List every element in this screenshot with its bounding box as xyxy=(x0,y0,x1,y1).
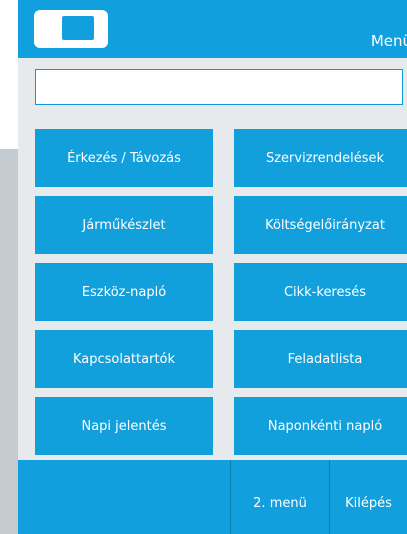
vehicle-inventory-button[interactable]: Járműkészlet xyxy=(35,196,213,254)
contacts-button[interactable]: Kapcsolattartók xyxy=(35,330,213,388)
service-orders-button[interactable]: Szervizrendelések xyxy=(234,129,407,187)
cost-estimate-button[interactable]: Költségelőirányzat xyxy=(234,196,407,254)
device-bezel xyxy=(0,149,18,534)
arrival-departure-button[interactable]: Érkezés / Távozás xyxy=(35,129,213,187)
search-bar xyxy=(18,58,407,125)
device-logo-icon xyxy=(34,10,108,48)
footer-bar: 2. menü Kilépés xyxy=(18,460,407,534)
menu-2-button[interactable]: 2. menü xyxy=(231,460,329,534)
task-list-button[interactable]: Feladatlista xyxy=(234,330,407,388)
exit-button[interactable]: Kilépés xyxy=(330,460,407,534)
page-title: Menü xyxy=(370,32,407,50)
search-input[interactable] xyxy=(35,69,403,105)
daily-report-button[interactable]: Napi jelentés xyxy=(35,397,213,455)
app-header: Menü xyxy=(18,0,407,58)
item-search-button[interactable]: Cikk-keresés xyxy=(234,263,407,321)
daily-log-button[interactable]: Naponkénti napló xyxy=(234,397,407,455)
menu-grid: Érkezés / Távozás Szervizrendelések Járm… xyxy=(18,125,407,460)
app-screen: Menü Érkezés / Távozás Szervizrendelések… xyxy=(0,0,407,534)
tool-log-button[interactable]: Eszköz-napló xyxy=(35,263,213,321)
